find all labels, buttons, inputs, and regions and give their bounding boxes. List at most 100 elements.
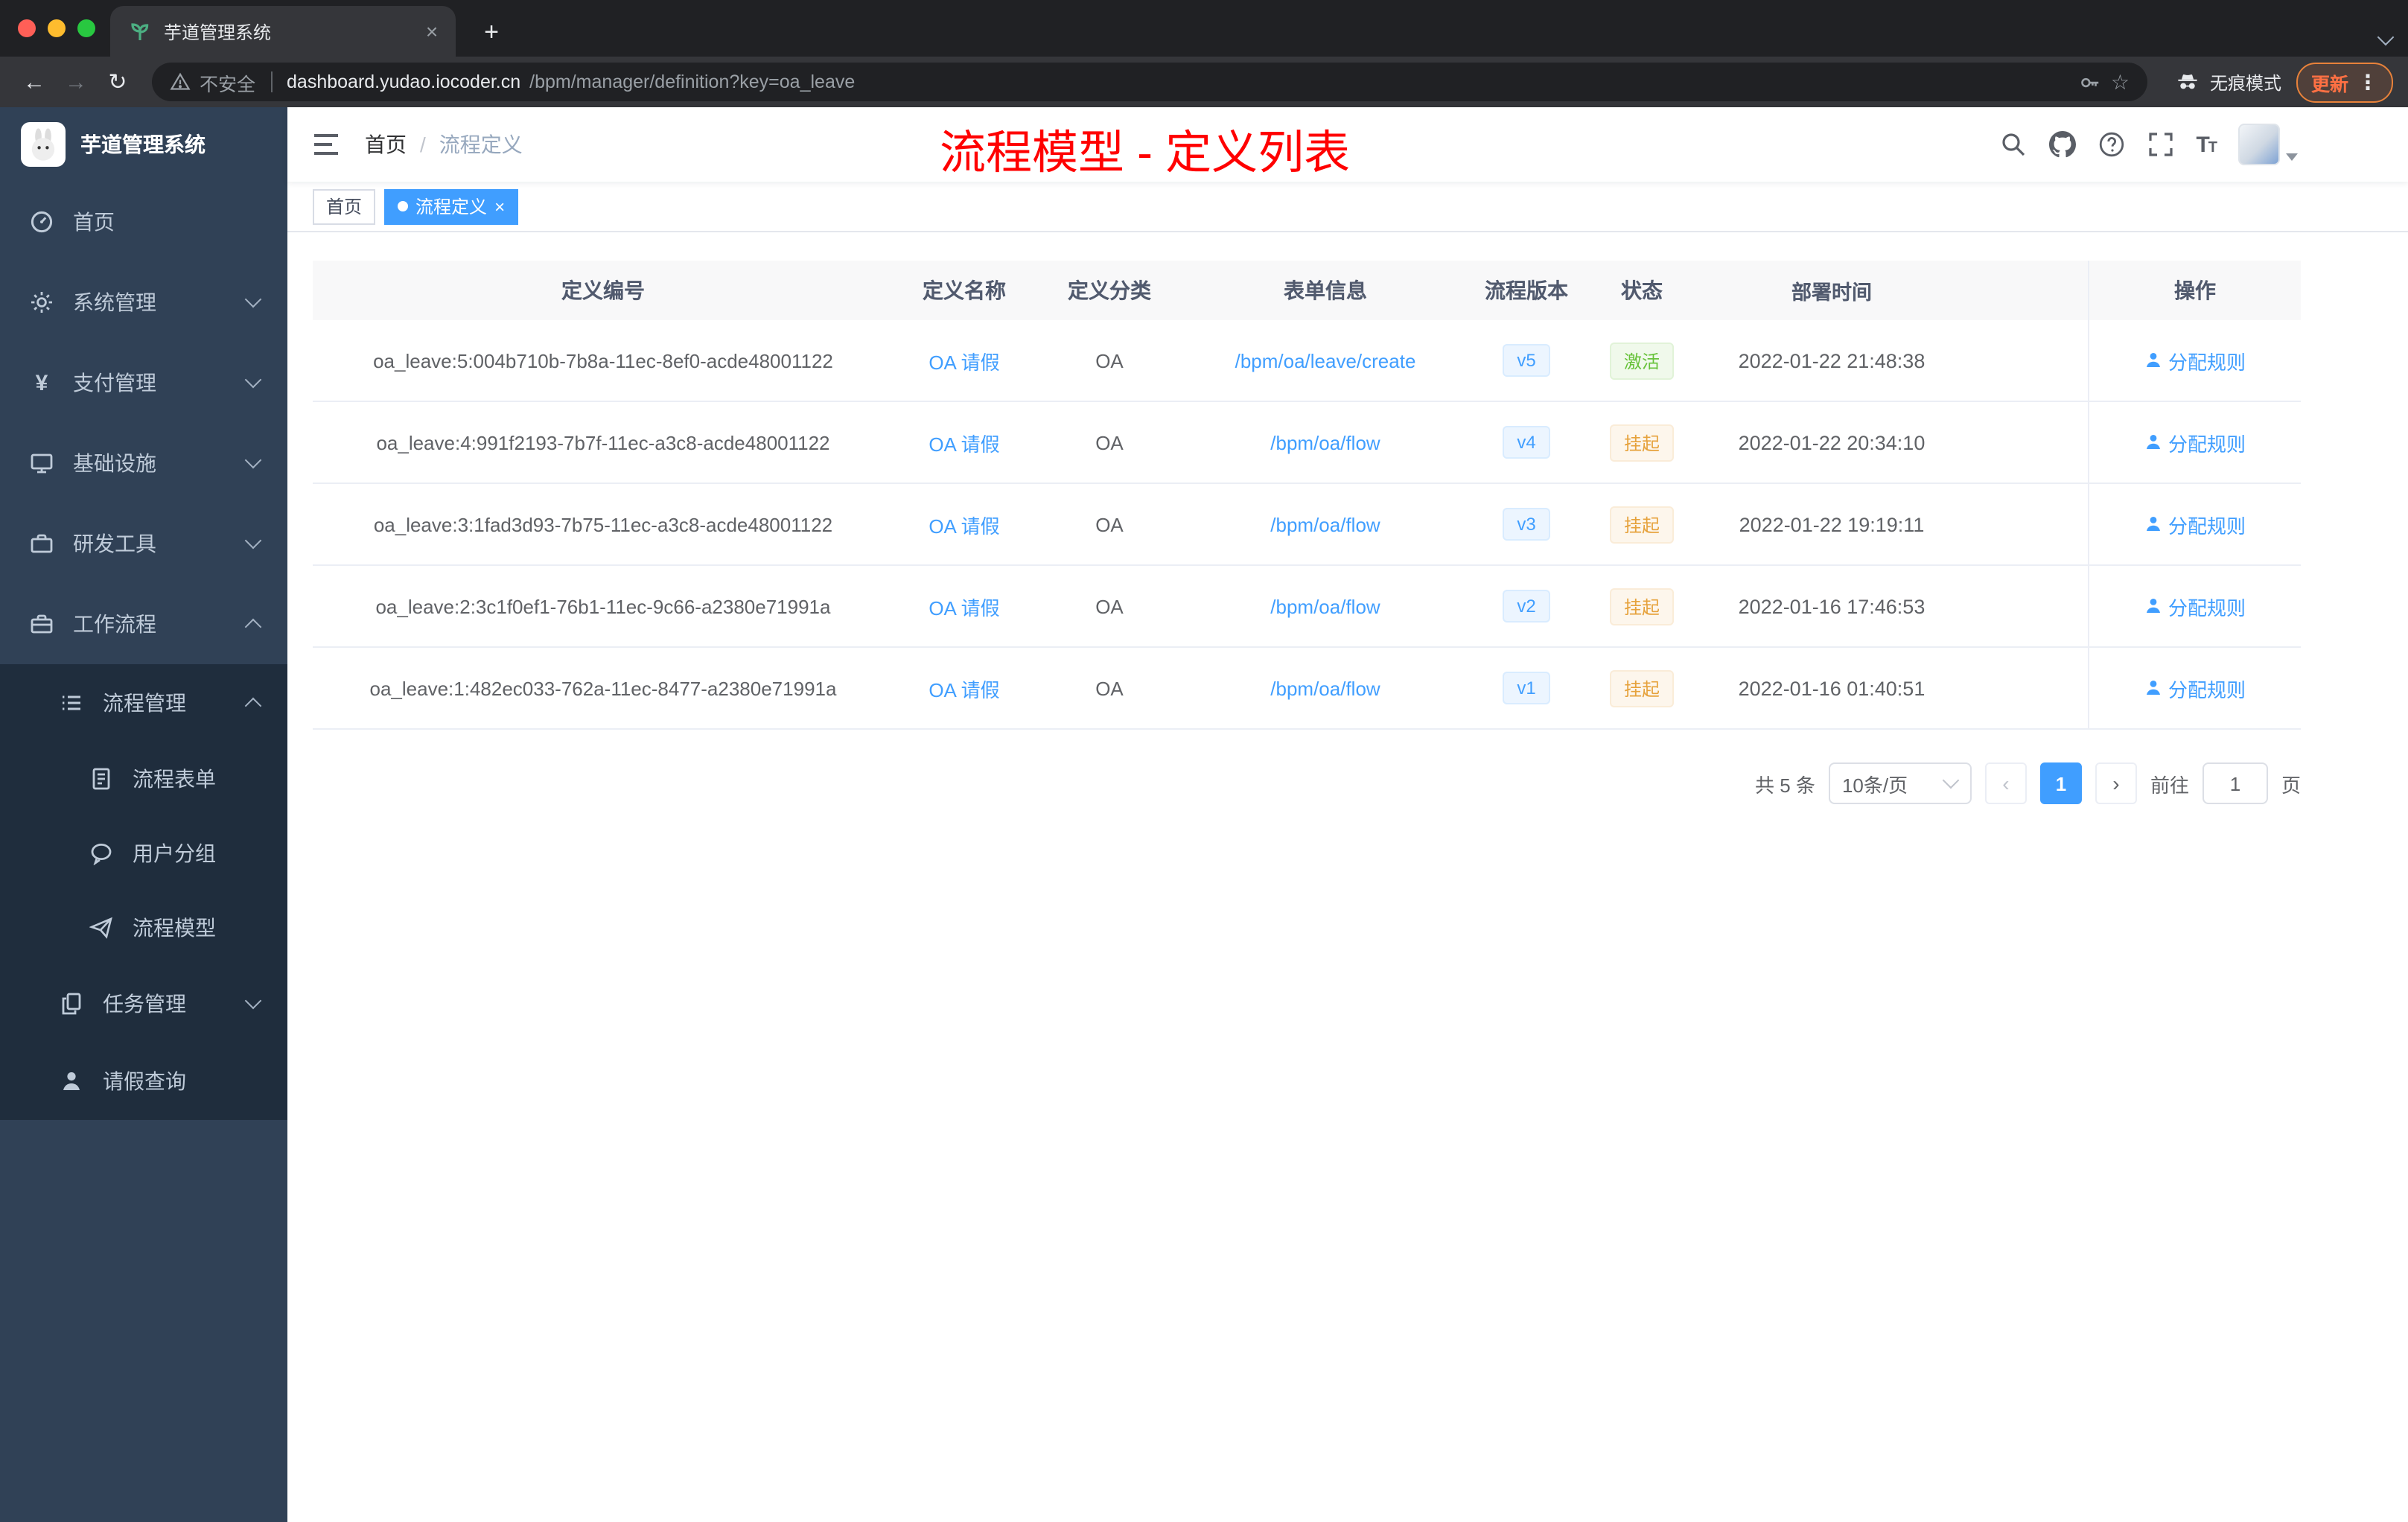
hamburger-icon[interactable] [311,130,341,159]
deploy-time: 2022-01-16 01:40:51 [1738,677,1926,699]
definition-name-link[interactable]: OA 请假 [929,433,999,455]
sidebar-item-user-group[interactable]: 用户分组 [0,816,287,891]
sidebar-item-process-model[interactable]: 流程模型 [0,891,287,965]
breadcrumb-home[interactable]: 首页 [365,130,407,159]
update-chrome-button[interactable]: 更新 ⋮ [2296,62,2393,102]
col-status: 状态 [1621,278,1663,302]
page-unit-label: 页 [2281,774,2301,796]
screen: 芋道管理系统 × + ← → ↻ 不安全 dashboard.yudao.ioc… [0,0,2408,1522]
deploy-time: 2022-01-22 20:34:10 [1738,431,1926,453]
definition-category: OA [1095,513,1124,535]
sidebar-item-home[interactable]: 首页 [0,182,287,262]
bookmark-star-icon[interactable]: ☆ [2111,69,2130,95]
sidebar-item-system[interactable]: 系统管理 [0,262,287,343]
definition-id: oa_leave:4:991f2193-7b7f-11ec-a3c8-acde4… [376,431,830,453]
briefcase-icon [30,612,54,636]
tab-search-icon[interactable] [2378,33,2393,48]
status-badge: 挂起 [1610,588,1673,625]
form-icon [89,767,113,791]
browser-tab[interactable]: 芋道管理系统 × [110,6,456,57]
form-link[interactable]: /bpm/oa/leave/create [1235,349,1416,372]
definition-name-link[interactable]: OA 请假 [929,596,999,619]
incognito-icon [2178,74,2197,89]
fullscreen-icon[interactable] [2147,131,2173,158]
search-icon[interactable] [1999,131,2026,158]
app-title: 芋道管理系统 [80,133,206,156]
version-tag: v4 [1502,426,1551,459]
chevron-down-icon [246,375,261,390]
chevron-down-icon [246,295,261,310]
browser-menu-kebab-icon[interactable]: ⋮ [2357,69,2378,95]
window-controls [0,0,95,57]
current-page-button[interactable]: 1 [2039,762,2082,804]
definition-name-link[interactable]: OA 请假 [929,515,999,537]
assign-rule-button[interactable]: 分配规则 [2144,510,2246,538]
favicon-leaf-icon [128,19,152,43]
page-size-select[interactable]: 10条/页 [1828,762,1972,804]
back-icon[interactable]: ← [15,71,54,93]
sidebar-item-task-management[interactable]: 任务管理 [0,965,287,1042]
security-label[interactable]: 不安全 [200,68,255,96]
github-icon[interactable] [2048,131,2076,158]
col-definition-name: 定义名称 [923,278,1006,302]
font-size-icon[interactable]: TT [2196,132,2217,157]
avatar-wrap[interactable] [2238,124,2298,165]
help-question-icon[interactable] [2098,131,2124,158]
assign-rule-button[interactable]: 分配规则 [2144,428,2246,456]
forward-icon[interactable]: → [57,71,95,93]
form-link[interactable]: /bpm/oa/flow [1270,513,1380,535]
close-window-button[interactable] [18,19,36,37]
address-bar[interactable]: 不安全 dashboard.yudao.iocoder.cn/bpm/manag… [152,63,2147,101]
avatar-caret-icon [2286,153,2298,161]
paper-plane-icon [89,916,113,940]
assign-rule-button[interactable]: 分配规则 [2144,346,2246,375]
next-page-button[interactable]: › [2095,762,2137,804]
main-area: 首页 / 流程定义 流程模型 - 定义列表 TT 首页 流程定义 × 定义编号 … [287,107,2408,1522]
table-row: oa_leave:1:482ec033-762a-11ec-8477-a2380… [313,648,2301,730]
chevron-down-icon [246,536,261,551]
incognito-label: 无痕模式 [2209,72,2281,93]
definition-id: oa_leave:2:3c1f0ef1-76b1-11ec-9c66-a2380… [375,595,831,617]
version-tag: v3 [1502,508,1551,541]
tag-close-icon[interactable]: × [494,196,505,217]
page-content: 定义编号 定义名称 定义分类 表单信息 流程版本 状态 部署时间 操作 oa_l… [287,232,2408,1522]
col-operation: 操作 [2088,261,2301,320]
sidebar-item-payment[interactable]: ¥ 支付管理 [0,343,287,423]
deploy-time: 2022-01-22 21:48:38 [1738,349,1926,372]
app-logo-row[interactable]: 芋道管理系统 [0,107,287,182]
form-link[interactable]: /bpm/oa/flow [1270,595,1380,617]
tag-home[interactable]: 首页 [313,188,376,224]
reload-icon[interactable]: ↻ [98,71,137,93]
sidebar-item-infrastructure[interactable]: 基础设施 [0,423,287,503]
list-icon [60,691,83,715]
prev-page-button[interactable]: ‹ [1984,762,2027,804]
definition-name-link[interactable]: OA 请假 [929,351,999,373]
app-window: 芋道管理系统 首页 系统管理 ¥ 支付管理 基础设施 研发工具 工作流程 流程管… [0,107,2408,1522]
tag-process-definition[interactable]: 流程定义 × [384,188,519,224]
zoom-window-button[interactable] [77,19,95,37]
definition-category: OA [1095,349,1124,372]
goto-page-input[interactable] [2202,762,2268,804]
form-link[interactable]: /bpm/oa/flow [1270,431,1380,453]
definition-name-link[interactable]: OA 请假 [929,678,999,701]
sidebar-item-process-form[interactable]: 流程表单 [0,742,287,816]
minimize-window-button[interactable] [48,19,66,37]
sidebar-item-leave-query[interactable]: 请假查询 [0,1042,287,1120]
definition-category: OA [1095,677,1124,699]
browser-tabstrip: 芋道管理系统 × + [0,0,2408,57]
password-key-icon[interactable] [2080,71,2102,93]
sidebar-item-workflow[interactable]: 工作流程 [0,584,287,664]
chevron-up-icon [246,617,261,631]
sidebar-item-process-management[interactable]: 流程管理 [0,664,287,742]
user-icon [2146,681,2160,695]
new-tab-button[interactable]: + [474,18,509,48]
form-link[interactable]: /bpm/oa/flow [1270,677,1380,699]
dashboard-icon [30,210,54,234]
assign-rule-button[interactable]: 分配规则 [2144,592,2246,620]
sidebar-item-devtools[interactable]: 研发工具 [0,503,287,584]
tab-close-icon[interactable]: × [420,19,444,43]
user-avatar[interactable] [2238,124,2280,165]
table-row: oa_leave:4:991f2193-7b7f-11ec-a3c8-acde4… [313,402,2301,484]
url-host: dashboard.yudao.iocoder.cn [287,71,521,92]
assign-rule-button[interactable]: 分配规则 [2144,674,2246,702]
